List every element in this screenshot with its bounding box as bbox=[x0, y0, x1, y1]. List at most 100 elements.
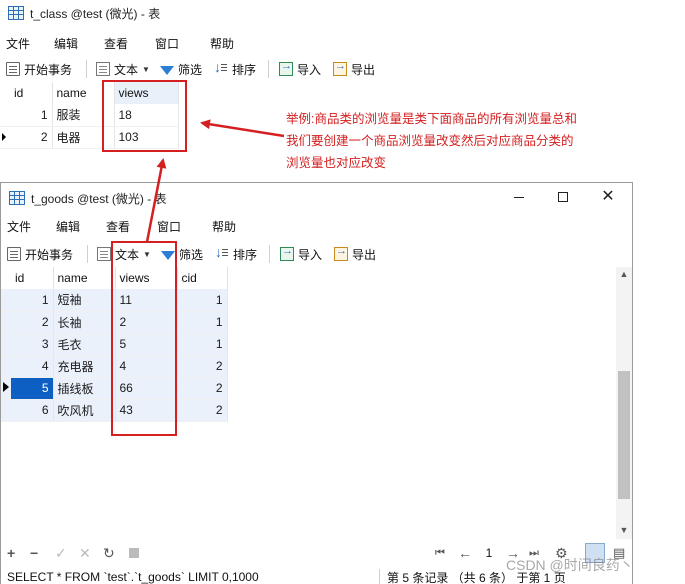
begin-transaction-button[interactable]: 开始事务 bbox=[7, 246, 73, 263]
window-title: t_goods @test (微光) - 表 bbox=[31, 191, 167, 206]
chevron-down-icon: ▼ bbox=[142, 64, 150, 74]
sort-icon bbox=[215, 244, 229, 261]
table-icon bbox=[8, 6, 24, 20]
menu-edit[interactable]: 编辑 bbox=[56, 218, 80, 235]
table-icon bbox=[9, 191, 25, 205]
cell-cid[interactable]: 2 bbox=[177, 399, 228, 422]
annotation-line: 举例:商品类的浏览量是类下面商品的所有浏览量总和 bbox=[286, 112, 577, 126]
row-marker bbox=[1, 377, 11, 400]
status-sql: SELECT * FROM `test`.`t_goods` LIMIT 0,1… bbox=[7, 570, 259, 584]
export-icon bbox=[333, 60, 347, 76]
delete-record-button[interactable]: − bbox=[30, 545, 38, 561]
begin-transaction-label: 开始事务 bbox=[25, 247, 74, 262]
cell-cid[interactable]: 2 bbox=[177, 355, 228, 378]
cell-id[interactable]: 4 bbox=[11, 355, 54, 378]
cell-id[interactable]: 2 bbox=[10, 126, 53, 149]
import-button[interactable]: 导入 bbox=[279, 60, 321, 78]
scrollbar-thumb[interactable] bbox=[618, 371, 630, 499]
export-button[interactable]: 导出 bbox=[333, 60, 376, 78]
close-button[interactable]: ✕ bbox=[586, 183, 630, 211]
apply-button[interactable]: ✓ bbox=[55, 545, 67, 562]
vertical-scrollbar[interactable]: ▲ ▼ bbox=[616, 267, 632, 539]
cell-id[interactable]: 3 bbox=[11, 333, 54, 356]
current-row-arrow-icon bbox=[2, 133, 6, 141]
import-label: 导入 bbox=[298, 247, 323, 262]
column-header-cid[interactable]: cid bbox=[177, 267, 228, 289]
cell-id[interactable]: 6 bbox=[11, 399, 54, 422]
export-label: 导出 bbox=[351, 62, 376, 77]
export-button[interactable]: 导出 bbox=[334, 245, 376, 263]
cell-id[interactable]: 1 bbox=[10, 104, 53, 127]
import-icon bbox=[279, 60, 293, 76]
export-icon bbox=[334, 245, 348, 261]
cell-name[interactable]: 毛衣 bbox=[53, 333, 116, 356]
refresh-icon[interactable]: ↻ bbox=[103, 545, 115, 562]
annotation-line: 浏览量也对应改变 bbox=[286, 156, 387, 170]
scroll-down-icon[interactable]: ▼ bbox=[617, 525, 631, 535]
scroll-up-icon[interactable]: ▲ bbox=[617, 269, 631, 279]
annotation-line: 我们要创建一个商品浏览量改变然后对应商品分类的 bbox=[286, 134, 574, 148]
cell-cid[interactable]: 1 bbox=[177, 289, 228, 312]
import-icon bbox=[280, 245, 294, 261]
t-goods-menubar: 文件 编辑 查看 窗口 帮助 bbox=[1, 215, 634, 237]
menu-help[interactable]: 帮助 bbox=[212, 218, 236, 235]
filter-button[interactable]: 筛选 bbox=[160, 61, 202, 78]
highlight-box-goods-views bbox=[111, 241, 177, 436]
text-button[interactable]: 文本 ▼ bbox=[96, 61, 150, 78]
import-button[interactable]: 导入 bbox=[280, 245, 323, 263]
row-marker bbox=[1, 355, 11, 378]
row-marker bbox=[1, 333, 11, 356]
cell-name[interactable]: 吹风机 bbox=[53, 399, 116, 422]
menu-file[interactable]: 文件 bbox=[7, 218, 31, 235]
cell-id[interactable]: 2 bbox=[11, 311, 54, 334]
menu-window[interactable]: 窗口 bbox=[155, 35, 179, 52]
cell-cid[interactable]: 1 bbox=[177, 311, 228, 334]
toolbar-divider bbox=[268, 60, 269, 78]
column-header-id[interactable]: id bbox=[11, 267, 54, 289]
prev-page-icon[interactable]: ← bbox=[458, 545, 472, 561]
column-header-id[interactable]: id bbox=[10, 82, 53, 104]
menu-view[interactable]: 查看 bbox=[104, 35, 128, 52]
sort-icon bbox=[214, 59, 228, 76]
cell-name[interactable]: 短袖 bbox=[53, 289, 116, 312]
annotation-text: 举例:商品类的浏览量是类下面商品的所有浏览量总和 我们要创建一个商品浏览量改变然… bbox=[286, 108, 676, 174]
menu-view[interactable]: 查看 bbox=[106, 218, 130, 235]
menu-file[interactable]: 文件 bbox=[6, 35, 30, 52]
add-record-button[interactable]: + bbox=[7, 545, 15, 561]
row-marker bbox=[1, 289, 11, 312]
maximize-icon bbox=[558, 192, 568, 202]
cell-id[interactable]: 5 bbox=[11, 377, 54, 400]
cell-name[interactable]: 充电器 bbox=[53, 355, 116, 378]
maximize-button[interactable] bbox=[541, 183, 585, 211]
window-title: t_class @test (微光) - 表 bbox=[30, 6, 161, 21]
toolbar-divider bbox=[87, 245, 88, 263]
menu-help[interactable]: 帮助 bbox=[210, 35, 234, 52]
t-goods-window: t_goods @test (微光) - 表 ✕ 文件 编辑 查看 窗口 帮助 … bbox=[0, 182, 633, 584]
menu-window[interactable]: 窗口 bbox=[157, 218, 181, 235]
highlight-box-class-views bbox=[102, 80, 187, 152]
stop-icon[interactable] bbox=[129, 548, 139, 558]
cell-id[interactable]: 1 bbox=[11, 289, 54, 312]
minimize-button[interactable] bbox=[497, 183, 541, 211]
column-header-name[interactable]: name bbox=[53, 267, 116, 289]
cell-name[interactable]: 插线板 bbox=[53, 377, 116, 400]
sort-button[interactable]: 排序 bbox=[215, 244, 257, 263]
t-class-titlebar[interactable]: t_class @test (微光) - 表 bbox=[0, 0, 685, 26]
text-label: 文本 bbox=[114, 62, 139, 77]
first-page-icon[interactable]: ⏮ bbox=[435, 547, 445, 560]
watermark: CSDN @时间良药丶 bbox=[506, 557, 634, 573]
toolbar-divider bbox=[269, 245, 270, 263]
filter-label: 筛选 bbox=[178, 62, 203, 77]
sort-button[interactable]: 排序 bbox=[214, 59, 256, 78]
document-icon bbox=[96, 62, 110, 76]
begin-transaction-button[interactable]: 开始事务 bbox=[6, 61, 72, 78]
close-icon: ✕ bbox=[601, 188, 615, 205]
transaction-icon bbox=[6, 62, 20, 76]
cell-cid[interactable]: 2 bbox=[177, 377, 228, 400]
discard-button[interactable]: ✕ bbox=[79, 545, 91, 562]
menu-edit[interactable]: 编辑 bbox=[54, 35, 78, 52]
page-number-field[interactable]: 1 bbox=[479, 546, 499, 560]
cell-cid[interactable]: 1 bbox=[177, 333, 228, 356]
filter-icon bbox=[160, 65, 174, 75]
cell-name[interactable]: 长袖 bbox=[53, 311, 116, 334]
